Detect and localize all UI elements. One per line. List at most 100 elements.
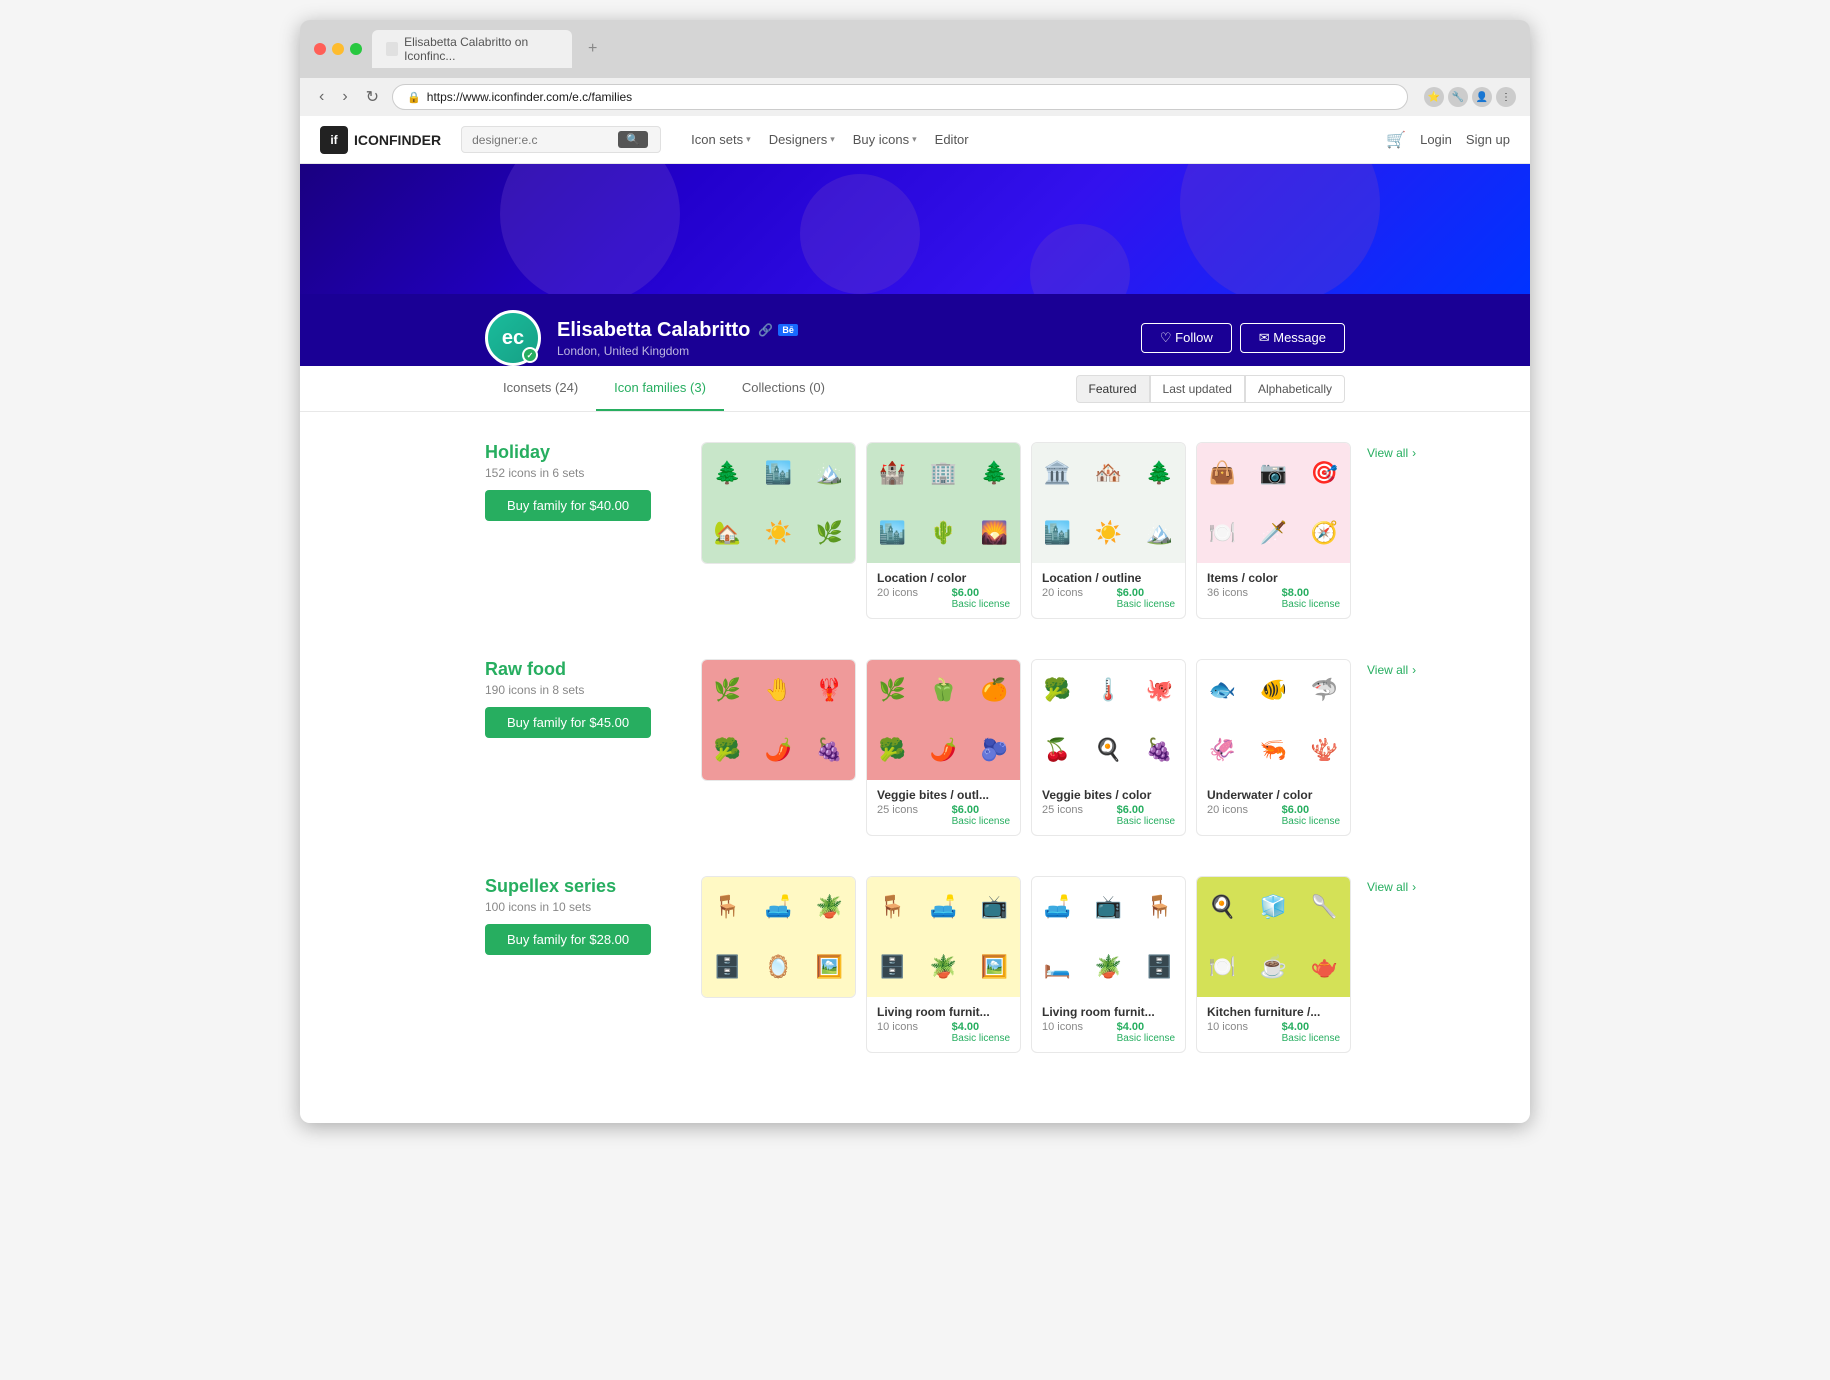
kitchen-count: 10 icons — [1207, 1021, 1248, 1033]
close-button[interactable] — [314, 43, 326, 55]
supellex-card-living-2[interactable]: 🛋️ 📺 🪑 🛏️ 🪴 🗄️ Living room furnit... — [1031, 876, 1186, 1053]
browser-ext-2[interactable]: 🔧 — [1448, 87, 1468, 107]
browser-tab[interactable]: Elisabetta Calabritto on Iconfinc... — [372, 30, 572, 68]
supellex-card-kitchen[interactable]: 🍳 🧊 🥄 🍽️ ☕ 🫖 Kitchen furniture /... — [1196, 876, 1351, 1053]
browser-ext-1[interactable]: ⭐ — [1424, 87, 1444, 107]
veggie-color-title: Veggie bites / color — [1042, 788, 1175, 802]
holiday-card-location-outline[interactable]: 🏛️ 🏘️ 🌲 🏙️ ☀️ 🏔️ Location / outline — [1031, 442, 1186, 619]
preview-cell-4: 🏡 — [702, 503, 753, 563]
nav-editor[interactable]: Editor — [935, 132, 969, 147]
holiday-view-all-label: View all — [1367, 446, 1408, 460]
nav-buy-chevron: ▾ — [912, 134, 917, 145]
reload-button[interactable]: ↻ — [361, 85, 384, 109]
browser-ext-3[interactable]: 👤 — [1472, 87, 1492, 107]
preview-cell-2: 🏙️ — [753, 443, 804, 503]
window-controls — [314, 43, 362, 55]
holiday-view-all[interactable]: View all › — [1367, 442, 1416, 464]
verified-badge: ✓ — [522, 347, 538, 363]
new-tab-button[interactable]: + — [582, 38, 603, 60]
supellex-preview-card: 🪑 🛋️ 🪴 🗄️ 🪞 🖼️ — [701, 876, 856, 998]
location-color-price: $6.00 — [952, 587, 1010, 599]
rawfood-preview-card: 🌿 🤚 🦞 🥦 🌶️ 🍇 — [701, 659, 856, 781]
holiday-preview-grid: 🌲 🏙️ 🏔️ 🏡 ☀️ 🌿 — [702, 443, 855, 563]
holiday-card-items-color[interactable]: 👜 📷 🎯 🍽️ 🗡️ 🧭 Items / color — [1196, 442, 1351, 619]
veggie-color-license: Basic license — [1117, 816, 1175, 827]
maximize-button[interactable] — [350, 43, 362, 55]
supellex-sidebar: Supellex series 100 icons in 10 sets Buy… — [485, 876, 685, 955]
nav-designers[interactable]: Designers ▾ — [769, 132, 835, 147]
login-link[interactable]: Login — [1420, 132, 1452, 147]
underwater-license: Basic license — [1282, 816, 1340, 827]
browser-actions: ⭐ 🔧 👤 ⋮ — [1424, 87, 1516, 107]
message-button[interactable]: ✉ Message — [1240, 323, 1345, 353]
rawfood-sidebar: Raw food 190 icons in 8 sets Buy family … — [485, 659, 685, 738]
kitchen-title: Kitchen furniture /... — [1207, 1005, 1340, 1019]
veggie-outline-title: Veggie bites / outl... — [877, 788, 1010, 802]
location-outline-price: $6.00 — [1117, 587, 1175, 599]
living1-price: $4.00 — [952, 1021, 1010, 1033]
search-box[interactable]: 🔍 — [461, 126, 661, 153]
holiday-preview-card: 🌲 🏙️ 🏔️ 🏡 ☀️ 🌿 — [701, 442, 856, 564]
cart-icon[interactable]: 🛒 — [1386, 130, 1406, 150]
rawfood-card-veggie-color[interactable]: 🥦 🌡️ 🐙 🍒 🍳 🍇 Veggie bites / color — [1031, 659, 1186, 836]
nav-icon-sets-label: Icon sets — [691, 132, 743, 147]
profile-inner: ec ✓ Elisabetta Calabritto 🔗 Bē London, … — [465, 310, 1365, 366]
behance-icon[interactable]: Bē — [778, 324, 798, 336]
browser-menu[interactable]: ⋮ — [1496, 87, 1516, 107]
kitchen-license: Basic license — [1282, 1033, 1340, 1044]
location-color-license: Basic license — [952, 599, 1010, 610]
rawfood-preview-grid: 🌿 🤚 🦞 🥦 🌶️ 🍇 — [702, 660, 855, 780]
holiday-meta: 152 icons in 6 sets — [485, 466, 685, 480]
items-color-preview: 👜 📷 🎯 🍽️ 🗡️ 🧭 — [1197, 443, 1350, 563]
holiday-buy-button[interactable]: Buy family for $40.00 — [485, 490, 651, 521]
supellex-cards: 🪑 🛋️ 🪴 🗄️ 🪞 🖼️ 🪑 — [701, 876, 1351, 1053]
living2-preview: 🛋️ 📺 🪑 🛏️ 🪴 🗄️ — [1032, 877, 1185, 997]
forward-button[interactable]: › — [337, 86, 352, 108]
supellex-meta: 100 icons in 10 sets — [485, 900, 685, 914]
living2-title: Living room furnit... — [1042, 1005, 1175, 1019]
site-logo[interactable]: if ICONFINDER — [320, 126, 441, 154]
nav-icon-sets[interactable]: Icon sets ▾ — [691, 132, 751, 147]
holiday-card-location-color[interactable]: 🏰 🏢 🌲 🏙️ 🌵 🌄 Location / color — [866, 442, 1021, 619]
tab-collections[interactable]: Collections (0) — [724, 366, 843, 411]
preview-cell-1: 🌲 — [702, 443, 753, 503]
sort-featured[interactable]: Featured — [1076, 375, 1150, 403]
rawfood-view-all[interactable]: View all › — [1367, 659, 1416, 681]
nav-buy-icons[interactable]: Buy icons ▾ — [853, 132, 917, 147]
supellex-view-all[interactable]: View all › — [1367, 876, 1416, 898]
tabs-sort: Featured Last updated Alphabetically — [1076, 375, 1345, 403]
tab-iconsets[interactable]: Iconsets (24) — [485, 366, 596, 411]
supellex-row: Supellex series 100 icons in 10 sets Buy… — [485, 876, 1345, 1053]
back-button[interactable]: ‹ — [314, 86, 329, 108]
preview-cell-3: 🏔️ — [804, 443, 855, 503]
profile-link-icon[interactable]: 🔗 — [758, 323, 773, 337]
tabs-section: Iconsets (24) Icon families (3) Collecti… — [300, 366, 1530, 412]
hero-banner — [300, 164, 1530, 294]
family-holiday: Holiday 152 icons in 6 sets Buy family f… — [485, 442, 1345, 619]
living2-license: Basic license — [1117, 1033, 1175, 1044]
rawfood-card-underwater[interactable]: 🐟 🐠 🦈 🦑 🦐 🪸 Underwater / color — [1196, 659, 1351, 836]
signup-link[interactable]: Sign up — [1466, 132, 1510, 147]
living2-price: $4.00 — [1117, 1021, 1175, 1033]
living1-title: Living room furnit... — [877, 1005, 1010, 1019]
tab-icon-families[interactable]: Icon families (3) — [596, 366, 724, 411]
sort-last-updated[interactable]: Last updated — [1150, 375, 1245, 403]
supellex-card-living-1[interactable]: 🪑 🛋️ 📺 🗄️ 🪴 🖼️ Living room furnit... — [866, 876, 1021, 1053]
minimize-button[interactable] — [332, 43, 344, 55]
rawfood-view-all-chevron: › — [1412, 663, 1416, 677]
logo-icon: if — [320, 126, 348, 154]
items-color-license: Basic license — [1282, 599, 1340, 610]
search-input[interactable] — [472, 133, 612, 147]
supellex-name: Supellex series — [485, 876, 685, 897]
follow-button[interactable]: ♡ Follow — [1141, 323, 1232, 353]
rawfood-card-veggie-outline[interactable]: 🌿 🫑 🍊 🥦 🌶️ 🫐 Veggie bites / outl... — [866, 659, 1021, 836]
avatar: ec ✓ — [485, 310, 541, 366]
search-button[interactable]: 🔍 — [618, 131, 648, 148]
family-rawfood: Raw food 190 icons in 8 sets Buy family … — [485, 659, 1345, 836]
location-outline-count: 20 icons — [1042, 587, 1083, 599]
rawfood-buy-button[interactable]: Buy family for $45.00 — [485, 707, 651, 738]
sort-alphabetically[interactable]: Alphabetically — [1245, 375, 1345, 403]
supellex-buy-button[interactable]: Buy family for $28.00 — [485, 924, 651, 955]
holiday-sidebar: Holiday 152 icons in 6 sets Buy family f… — [485, 442, 685, 521]
url-bar[interactable]: 🔒 https://www.iconfinder.com/e.c/familie… — [392, 84, 1408, 110]
